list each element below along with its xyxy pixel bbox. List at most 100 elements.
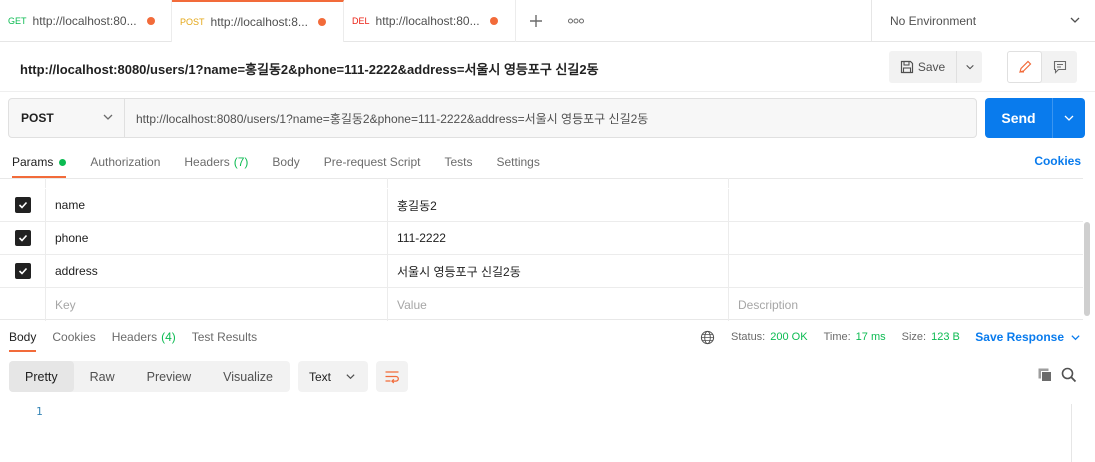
table-row (0, 178, 1083, 188)
param-key-input[interactable]: Key (46, 288, 388, 321)
tab-response-cookies-label: Cookies (52, 330, 96, 344)
param-checkbox-cell (0, 222, 46, 254)
request-tab-get[interactable]: GET http://localhost:80... (0, 0, 172, 42)
headers-count: (7) (233, 155, 249, 169)
request-header: http://localhost:8080/users/1?name=홍길동2&… (0, 42, 1095, 92)
request-url-bar: POST http://localhost:8080/users/1?name=… (8, 98, 977, 138)
tab-response-body[interactable]: Body (0, 322, 44, 352)
param-value[interactable]: 서울시 영등포구 신길2동 (388, 255, 729, 287)
wrap-lines-button[interactable] (376, 361, 408, 392)
tab-response-cookies[interactable]: Cookies (44, 322, 103, 352)
tab-response-body-label: Body (9, 330, 37, 344)
size-value[interactable]: 123 B (931, 331, 960, 343)
size-label: Size: (901, 331, 927, 343)
response-line-number: 1 (36, 405, 43, 418)
tab-authorization-label: Authorization (90, 155, 161, 169)
tab-url: http://localhost:80... (32, 14, 137, 28)
response-body-scroll-edge (1071, 404, 1072, 462)
environment-selector[interactable]: No Environment (871, 0, 1095, 42)
url-input[interactable]: http://localhost:8080/users/1?name=홍길동2&… (125, 99, 976, 137)
request-tab-post[interactable]: POST http://localhost:8... (172, 0, 344, 42)
param-description[interactable] (729, 222, 1083, 254)
param-description[interactable] (729, 189, 1083, 221)
scrollbar-thumb[interactable] (1084, 222, 1090, 316)
save-response-button[interactable]: Save Response (975, 330, 1081, 344)
send-button[interactable]: Send (985, 98, 1053, 138)
view-pretty-button[interactable]: Pretty (9, 361, 74, 392)
tab-prerequest-script[interactable]: Pre-request Script (312, 146, 433, 178)
chevron-down-icon (103, 114, 113, 120)
method-label: POST (21, 111, 54, 125)
params-scrollbar[interactable] (1083, 178, 1091, 320)
status-value[interactable]: 200 OK (770, 331, 807, 343)
request-tab-del[interactable]: DEL http://localhost:80... (344, 0, 516, 42)
param-description[interactable] (729, 255, 1083, 287)
more-tabs-button[interactable] (556, 0, 596, 42)
comments-button[interactable] (1042, 51, 1077, 83)
param-description-input[interactable]: Description (729, 288, 1083, 321)
time-value[interactable]: 17 ms (856, 331, 886, 343)
tab-tests[interactable]: Tests (432, 146, 484, 178)
table-row: address 서울시 영등포구 신길2동 (0, 255, 1083, 288)
globe-icon[interactable] (700, 330, 715, 345)
tab-body[interactable]: Body (260, 146, 311, 178)
method-select[interactable]: POST (9, 99, 125, 137)
copy-response-button[interactable] (1037, 367, 1053, 386)
request-section-tabs: Params Authorization Headers (7) Body Pr… (0, 146, 1095, 178)
tab-headers[interactable]: Headers (7) (172, 146, 260, 178)
send-options-button[interactable] (1053, 98, 1085, 138)
save-options-button[interactable] (957, 62, 982, 72)
save-icon (900, 60, 913, 74)
checkmark-icon (18, 234, 27, 242)
checkmark-icon (18, 267, 27, 275)
param-value-input[interactable]: Value (388, 288, 729, 321)
tab-url: http://localhost:80... (375, 14, 480, 28)
param-key[interactable]: phone (46, 222, 388, 254)
status-label: Status: (731, 331, 766, 343)
environment-label: No Environment (890, 14, 977, 28)
tab-test-results[interactable]: Test Results (184, 322, 265, 352)
tab-params[interactable]: Params (0, 146, 78, 178)
tab-settings[interactable]: Settings (485, 146, 552, 178)
tab-response-headers-label: Headers (111, 330, 158, 344)
save-response-label: Save Response (975, 330, 1064, 344)
param-value[interactable]: 111-2222 (388, 222, 729, 254)
save-label: Save (917, 60, 946, 74)
param-checkbox-cell (0, 255, 46, 287)
chevron-down-icon (1071, 334, 1080, 340)
tab-authorization[interactable]: Authorization (78, 146, 172, 178)
params-table: name 홍길동2 phone 111-2222 address 서울시 영등포… (0, 178, 1083, 321)
param-checkbox[interactable] (14, 263, 31, 279)
search-response-button[interactable] (1061, 367, 1077, 386)
edit-mode-button[interactable] (1007, 51, 1042, 83)
param-key[interactable]: address (46, 255, 388, 287)
chevron-down-icon (346, 374, 355, 380)
table-row-empty: Key Value Description (0, 288, 1083, 321)
tab-method-post: POST (180, 17, 205, 27)
tab-method-del: DEL (352, 16, 370, 26)
tab-url: http://localhost:8... (210, 15, 308, 29)
param-key[interactable]: name (46, 189, 388, 221)
param-value[interactable]: 홍길동2 (388, 189, 729, 221)
param-checkbox[interactable] (14, 197, 31, 213)
view-visualize-button[interactable]: Visualize (207, 361, 289, 392)
view-raw-button[interactable]: Raw (74, 361, 131, 392)
tab-response-headers[interactable]: Headers (4) (104, 322, 184, 352)
response-format-select[interactable]: Text (298, 361, 368, 392)
pencil-icon (1018, 60, 1031, 73)
param-checkbox[interactable] (14, 230, 31, 246)
time-label: Time: (823, 331, 851, 343)
view-mode-toggle (1007, 51, 1077, 83)
response-view-mode-group: Pretty Raw Preview Visualize (9, 361, 290, 392)
ellipsis-icon (568, 18, 584, 24)
plus-icon (530, 15, 542, 27)
save-button[interactable]: Save (889, 51, 957, 83)
wrap-lines-icon (385, 370, 399, 383)
tab-params-label: Params (12, 155, 54, 169)
new-tab-button[interactable] (516, 0, 556, 42)
tab-settings-label: Settings (496, 155, 540, 169)
cookies-link[interactable]: Cookies (1034, 154, 1081, 168)
request-title[interactable]: http://localhost:8080/users/1?name=홍길동2&… (20, 59, 599, 78)
send-button-group: Send (985, 98, 1085, 138)
view-preview-button[interactable]: Preview (131, 361, 207, 392)
